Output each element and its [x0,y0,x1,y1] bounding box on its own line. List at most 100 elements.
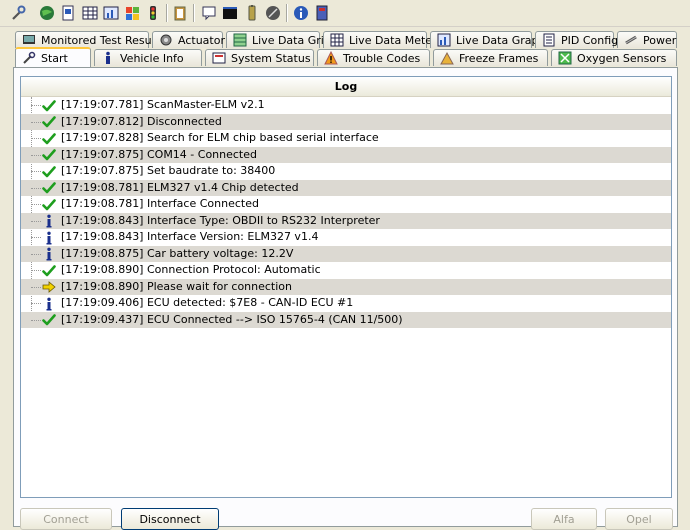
toolbar-separator [286,4,288,22]
log-row-text: [17:19:07.875] COM14 - Connected [61,147,257,161]
meter-icon[interactable] [101,3,121,23]
opel-button[interactable]: Opel [605,508,673,530]
log-row[interactable]: [17:19:09.406] ECU detected: $7E8 - CAN-… [21,295,671,312]
log-row-text: [17:19:08.843] Interface Type: OBDII to … [61,213,380,227]
arrow-right-icon [41,280,56,295]
log-row[interactable]: [17:19:07.828] Search for ELM chip based… [21,130,671,147]
log-row[interactable]: [17:19:07.875] COM14 - Connected [21,146,671,163]
tab-label: Monitored Test Results [41,33,165,47]
tab-label: Start [41,51,68,65]
log-row[interactable]: [17:19:08.843] Interface Type: OBDII to … [21,212,671,229]
config-icon [542,33,556,47]
toolbar [0,0,690,27]
book-icon[interactable] [312,3,332,23]
check-icon [41,164,56,179]
tab-live-data-graph[interactable]: Live Data Graph [430,31,545,48]
alfa-button[interactable]: Alfa [531,508,597,530]
check-icon [41,313,56,328]
meter-icon [330,33,344,47]
log-row-text: [17:19:07.828] Search for ELM chip based… [61,131,379,144]
info-icon[interactable] [291,3,311,23]
log-row[interactable]: [17:19:08.890] Please wait for connectio… [21,278,671,295]
terminal-icon[interactable] [220,3,240,23]
graph-icon [437,33,451,47]
log-view[interactable]: Log [17:19:07.781] ScanMaster-ELM v2.1 [… [20,76,672,498]
toolbar-separator [193,4,195,22]
tab-label: PID Config [561,33,619,47]
tab-power[interactable]: Power [617,31,677,48]
grid-icon[interactable] [80,3,100,23]
tab-label: Oxygen Sensors [577,51,667,65]
status-icon [212,51,226,65]
tab-label: Live Data Grid [252,33,331,47]
tab-label: Live Data Graph [456,33,546,47]
actuator-icon [159,33,173,47]
log-row[interactable]: [17:19:09.437] ECU Connected --> ISO 157… [21,311,671,328]
check-icon [41,197,56,212]
tab-oxygen-sensors[interactable]: Oxygen Sensors [551,49,677,66]
tab-label: Power [643,33,677,47]
tab-label: Trouble Codes [343,51,421,65]
log-row-text: [17:19:08.843] Interface Version: ELM327… [61,230,319,243]
log-rows: [17:19:07.781] ScanMaster-ELM v2.1 [17:1… [21,97,671,328]
tab-pid-config[interactable]: PID Config [535,31,618,48]
tab-live-data-grid[interactable]: Live Data Grid [226,31,331,48]
traffic-light-icon[interactable] [143,3,163,23]
monitor-icon [22,33,36,47]
info-icon [41,247,56,262]
log-row[interactable]: [17:19:08.890] Connection Protocol: Auto… [21,262,671,279]
log-row[interactable]: [17:19:08.875] Car battery voltage: 12.2… [21,245,671,262]
check-icon [41,98,56,113]
check-icon [41,115,56,130]
tab-vehicle-info[interactable]: Vehicle Info [94,49,202,66]
disconnect-button[interactable]: Disconnect [121,508,219,530]
log-row-text: [17:19:08.890] Connection Protocol: Auto… [61,263,321,276]
check-icon [41,148,56,163]
tab-system-status[interactable]: System Status [205,49,314,66]
info-icon [101,51,115,65]
log-row-text: [17:19:08.781] Interface Connected [61,197,259,210]
log-row[interactable]: [17:19:08.843] Interface Version: ELM327… [21,229,671,246]
freeze-icon [440,51,454,65]
battery-icon[interactable] [242,3,262,23]
tab-freeze-frames[interactable]: Freeze Frames [433,49,548,66]
tab-actuator[interactable]: Actuator [152,31,225,48]
tab-live-data-meter[interactable]: Live Data Meter [323,31,437,48]
info-icon [41,296,56,311]
start-icon [22,51,36,65]
wrench-icon[interactable] [8,3,28,23]
chat-icon[interactable] [199,3,219,23]
windows-flag-icon[interactable] [122,3,142,23]
sensor-icon [558,51,572,65]
log-row-text: [17:19:08.781] ELM327 v1.4 Chip detected [61,180,299,194]
document-icon[interactable] [58,3,78,23]
tab-label: Vehicle Info [120,51,184,65]
globe-icon[interactable] [37,3,57,23]
tab-label: Live Data Meter [349,33,437,47]
log-row[interactable]: [17:19:08.781] ELM327 v1.4 Chip detected [21,179,671,196]
log-row[interactable]: [17:19:07.875] Set baudrate to: 38400 [21,163,671,180]
tab-monitored-test-results[interactable]: Monitored Test Results [15,31,165,48]
log-row[interactable]: [17:19:08.781] Interface Connected [21,196,671,213]
log-row-text: [17:19:07.812] Disconnected [61,114,222,128]
info-icon [41,214,56,229]
log-row-text: [17:19:08.875] Car battery voltage: 12.2… [61,246,294,260]
check-icon [41,181,56,196]
check-icon [41,263,56,278]
log-row-text: [17:19:09.406] ECU detected: $7E8 - CAN-… [61,296,354,309]
log-row[interactable]: [17:19:07.781] ScanMaster-ELM v2.1 [21,97,671,114]
tab-label: System Status [231,51,311,65]
tab-trouble-codes[interactable]: Trouble Codes [317,49,430,66]
tab-label: Freeze Frames [459,51,539,65]
log-row-text: [17:19:09.437] ECU Connected --> ISO 157… [61,312,403,326]
clipboard-icon[interactable] [170,3,190,23]
tab-label: Actuator [178,33,225,47]
check-icon [41,131,56,146]
power-icon [624,33,638,47]
warning-icon [324,51,338,65]
tab-start[interactable]: Start [15,47,91,67]
connect-button[interactable]: Connect [20,508,112,530]
disc-icon[interactable] [263,3,283,23]
log-row[interactable]: [17:19:07.812] Disconnected [21,113,671,130]
log-header[interactable]: Log [21,77,671,97]
